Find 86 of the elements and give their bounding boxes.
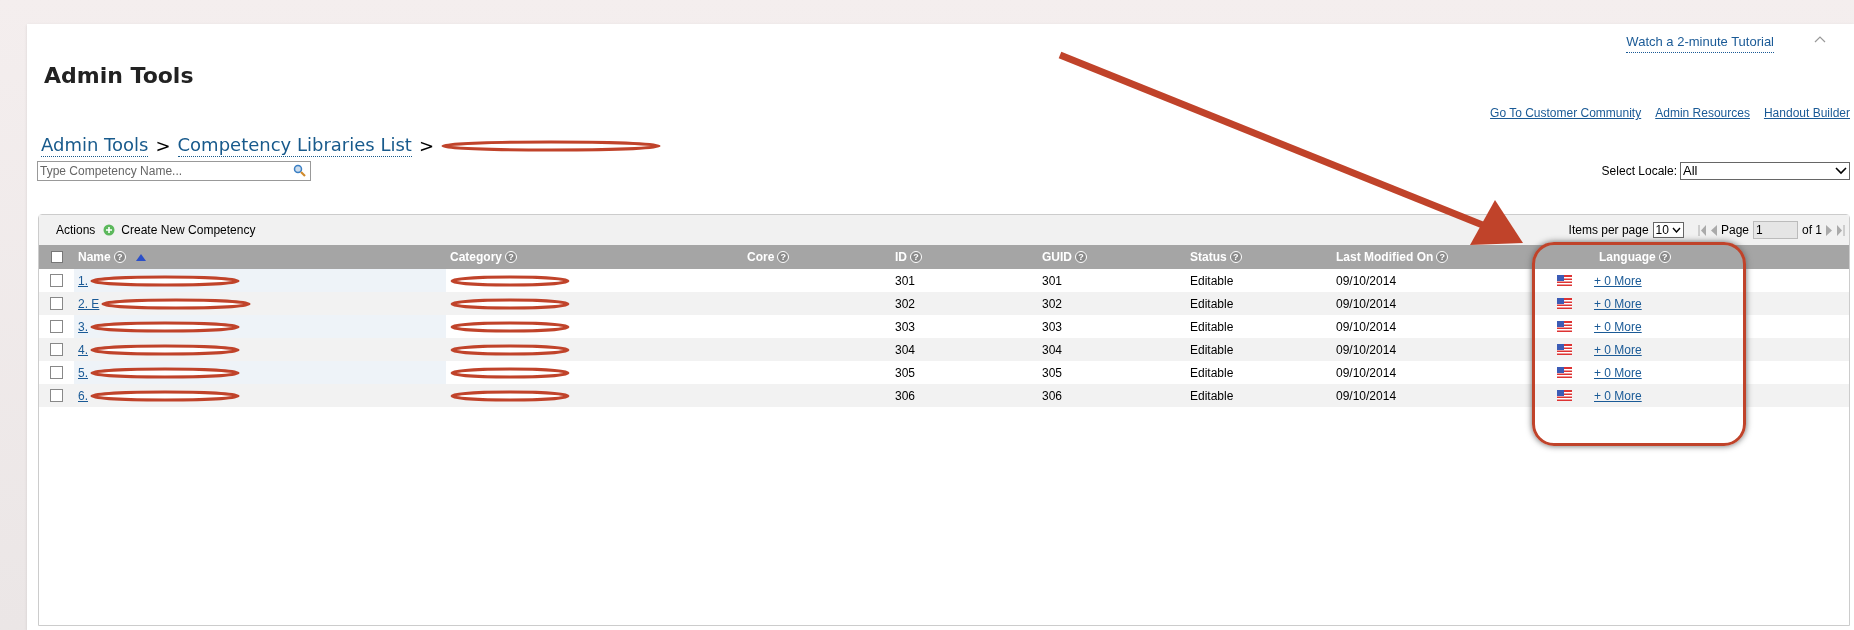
table-cell-text: 301 — [1042, 272, 1063, 290]
more-languages-link[interactable]: + 0 More — [1594, 294, 1642, 313]
table-cell-text: Editable — [1190, 387, 1234, 405]
flag-icon — [1557, 367, 1572, 378]
table-cell-text: Editable — [1190, 295, 1234, 313]
table-cell-text: 09/10/2014 — [1336, 318, 1397, 336]
competency-name-link[interactable]: 3. — [78, 317, 88, 336]
flag-icon — [1557, 344, 1572, 355]
help-icon[interactable]: ? — [1436, 251, 1449, 263]
table-cell-text: 303 — [1042, 318, 1063, 336]
competency-name-link[interactable]: 5. — [78, 363, 88, 382]
flag-icon — [1557, 390, 1572, 401]
table-cell-text: 302 — [1042, 295, 1063, 313]
breadcrumb-separator: > — [418, 134, 434, 158]
page-count: of 1 — [1802, 222, 1822, 239]
search-icon[interactable] — [293, 164, 306, 177]
items-per-page-select[interactable]: 10 — [1652, 222, 1684, 238]
header-link[interactable]: Admin Resources — [1655, 104, 1750, 122]
competency-name-link[interactable]: 6. — [78, 386, 88, 405]
collapse-icon[interactable] — [1814, 35, 1826, 43]
first-page-icon[interactable] — [1697, 224, 1707, 236]
competency-name-link[interactable]: 4. — [78, 340, 88, 359]
help-icon[interactable]: ? — [910, 251, 922, 263]
page-number-field[interactable]: 1 — [1753, 221, 1798, 239]
row-checkbox[interactable] — [50, 274, 63, 287]
help-icon[interactable]: ? — [777, 251, 790, 263]
table-cell-text: 306 — [895, 387, 916, 405]
table-cell-text: 305 — [895, 364, 916, 382]
chevron-down-icon — [1835, 167, 1847, 175]
sort-ascending-icon[interactable] — [135, 253, 146, 261]
table-cell-text: Editable — [1190, 318, 1234, 336]
table-cell-text: 09/10/2014 — [1336, 272, 1397, 290]
competency-name-link[interactable]: 2. E — [78, 294, 100, 313]
more-languages-link[interactable]: + 0 More — [1594, 271, 1642, 290]
help-icon[interactable]: ? — [505, 251, 517, 263]
table-cell-text: 303 — [895, 318, 916, 336]
table-cell-text: Editable — [1190, 341, 1234, 359]
items-per-page-label: Items per page — [1568, 222, 1649, 239]
plus-circle-icon — [103, 224, 116, 236]
previous-page-icon[interactable] — [1710, 224, 1717, 236]
table-cell-text: 306 — [1042, 387, 1063, 405]
locale-label: Select Locale: — [1601, 163, 1677, 180]
row-checkbox[interactable] — [50, 389, 63, 402]
tutorial-link[interactable]: Watch a 2-minute Tutorial — [1626, 32, 1774, 53]
breadcrumb-link[interactable]: Admin Tools — [41, 133, 149, 158]
search-field[interactable]: Type Competency Name... — [37, 161, 311, 181]
more-languages-link[interactable]: + 0 More — [1594, 317, 1642, 336]
table-cell-text: 305 — [1042, 364, 1063, 382]
breadcrumb-link[interactable]: Competency Libraries List — [177, 133, 412, 158]
table-cell-text: 09/10/2014 — [1336, 341, 1397, 359]
flag-icon — [1557, 298, 1572, 309]
table-cell-text: Editable — [1190, 364, 1234, 382]
more-languages-link[interactable]: + 0 More — [1594, 363, 1642, 382]
page-title: Admin Tools — [44, 62, 194, 90]
header-link[interactable]: Handout Builder — [1763, 104, 1850, 122]
next-page-icon[interactable] — [1826, 224, 1832, 236]
row-checkbox[interactable] — [50, 297, 63, 310]
help-icon[interactable]: ? — [1658, 251, 1671, 263]
actions-label[interactable]: Actions — [56, 221, 96, 239]
header-link[interactable]: Go To Customer Community — [1490, 104, 1642, 122]
more-languages-link[interactable]: + 0 More — [1594, 340, 1642, 359]
select-all-checkbox[interactable] — [50, 251, 63, 263]
help-icon[interactable]: ? — [1229, 251, 1242, 263]
table-cell-text: 09/10/2014 — [1336, 387, 1397, 405]
row-checkbox[interactable] — [50, 343, 63, 356]
help-icon[interactable]: ? — [113, 251, 126, 263]
locale-select[interactable]: All — [1680, 162, 1850, 180]
flag-icon — [1557, 321, 1572, 332]
table-cell-text: 302 — [895, 295, 916, 313]
flag-icon — [1557, 275, 1572, 286]
breadcrumb-separator: > — [155, 134, 171, 158]
chevron-down-icon — [1671, 227, 1681, 233]
page-label: Page — [1720, 222, 1749, 239]
row-checkbox[interactable] — [50, 320, 63, 333]
create-competency-button[interactable]: Create New Competency — [103, 221, 256, 239]
table-cell-text: 304 — [895, 341, 916, 359]
table-cell-text: Editable — [1190, 272, 1234, 290]
competency-name-link[interactable]: 1. — [78, 271, 88, 290]
table-cell-text: 09/10/2014 — [1336, 295, 1397, 313]
table-cell-text: 304 — [1042, 341, 1063, 359]
table-cell-text: 301 — [895, 272, 916, 290]
table-cell-text: 09/10/2014 — [1336, 364, 1397, 382]
last-page-icon[interactable] — [1836, 224, 1845, 236]
row-checkbox[interactable] — [50, 366, 63, 379]
help-icon[interactable]: ? — [1075, 251, 1087, 263]
more-languages-link[interactable]: + 0 More — [1594, 386, 1642, 405]
